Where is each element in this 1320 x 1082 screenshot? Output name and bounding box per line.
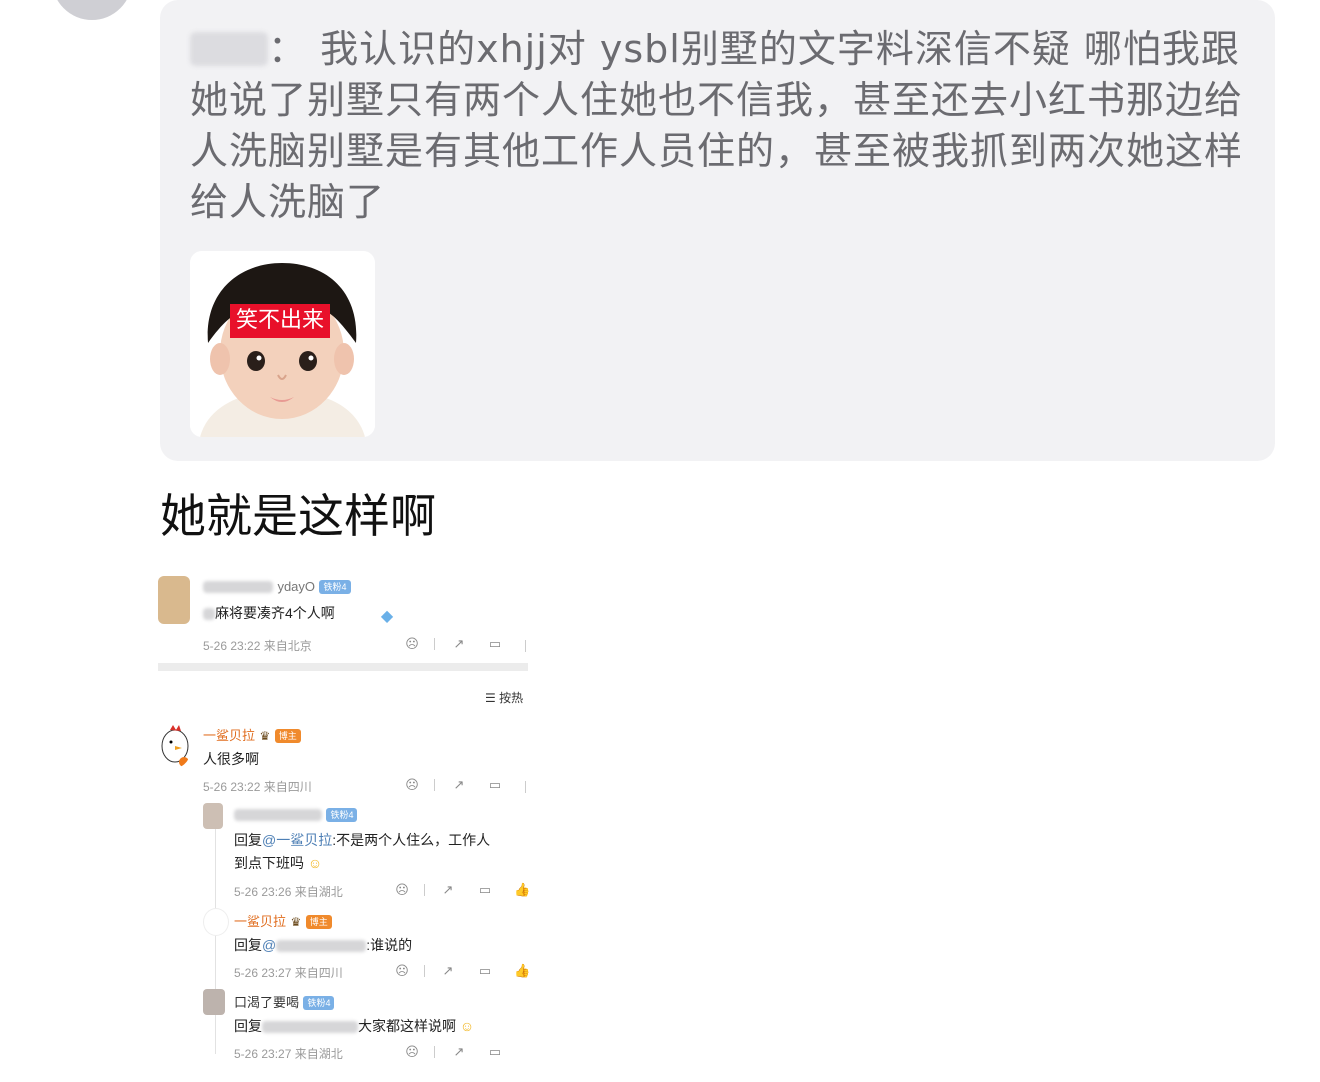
blogger-avatar[interactable] <box>158 722 192 768</box>
reply2-username[interactable]: 一鲨贝拉 <box>234 914 286 929</box>
author-avatar[interactable] <box>52 0 132 20</box>
comment1-header: ydayO 铁粉4 <box>203 578 351 596</box>
comment2-username[interactable]: 一鲨贝拉 <box>203 728 255 743</box>
reply3-text: 大家都这样说啊 <box>358 1018 456 1034</box>
reply2-meta: 5-26 23:27 来自四川 <box>234 966 343 980</box>
reply1-text-2: 到点下班吗 <box>234 855 304 871</box>
smile-emoji-icon: ☺ <box>307 855 323 871</box>
reply1-meta: 5-26 23:26 来自湖北 <box>234 885 343 899</box>
sort-icon: ☰ <box>485 691 496 705</box>
quoted-comment-text: ： 我认识的xhjj对 ysbl别墅的文字料深信不疑 哪怕我跟她说了别墅只有两个… <box>190 24 1250 228</box>
reply3-header: 口渴了要喝 铁粉4 <box>234 992 335 1012</box>
comment1-username: ydayO <box>277 579 316 594</box>
share-icon[interactable]: ↗ <box>452 778 466 792</box>
blurred-mention <box>276 940 367 953</box>
comment-icon[interactable]: ▭ <box>478 883 492 897</box>
divider <box>424 965 425 977</box>
divider <box>434 779 435 791</box>
fan-badge: 铁粉4 <box>303 995 335 1010</box>
dislike-icon[interactable]: ☹ <box>405 637 419 651</box>
reply1-body-line2: 到点下班吗 ☺ <box>234 853 322 873</box>
chicken-avatar-illustration <box>161 725 189 767</box>
fan-badge: 铁粉4 <box>319 579 351 594</box>
divider <box>434 1046 435 1058</box>
reply-prefix: 回复 <box>234 937 262 953</box>
reply1-avatar[interactable] <box>203 803 223 829</box>
reply3-meta: 5-26 23:27 来自湖北 <box>234 1047 343 1061</box>
comment2-header: 一鲨贝拉 ♛ 博主 <box>203 725 301 745</box>
crown-icon: ♛ <box>259 729 271 743</box>
quoted-comment-card: ： 我认识的xhjj对 ysbl别墅的文字料深信不疑 哪怕我跟她说了别墅只有两个… <box>160 0 1275 461</box>
reply3-username[interactable]: 口渴了要喝 <box>234 995 299 1010</box>
embedded-comment-screenshot[interactable]: ydayO 铁粉4 麻将要凑齐4个人啊 ◆ 5-26 23:22 来自北京 ☹ … <box>158 568 530 1078</box>
child-photo-illustration <box>190 251 375 437</box>
comment-icon[interactable]: ▭ <box>488 637 502 651</box>
share-icon[interactable]: ↗ <box>441 964 455 978</box>
dislike-icon[interactable]: ☹ <box>405 778 419 792</box>
crown-icon: ♛ <box>290 915 302 929</box>
reply-prefix: 回复 <box>234 1018 262 1034</box>
share-icon[interactable]: ↗ <box>452 637 466 651</box>
comment1-body: 麻将要凑齐4个人啊 <box>203 603 335 623</box>
username-blurred <box>203 580 273 593</box>
reply2-body: 回复@ :谁说的 <box>234 935 412 955</box>
quote-separator: ： <box>268 27 308 71</box>
like-icon[interactable]: 👍 <box>514 883 530 897</box>
blogger-badge: 博主 <box>305 914 332 929</box>
mention-link[interactable]: @一鲨贝拉 <box>262 832 332 848</box>
comment2-body: 人很多啊 <box>203 751 259 767</box>
dislike-icon[interactable]: ☹ <box>395 883 409 897</box>
comment1-text: 麻将要凑齐4个人啊 <box>215 605 335 621</box>
reply1-header: 铁粉4 <box>234 806 358 824</box>
sparkle-icon: ◆ <box>380 608 394 625</box>
reply1-body: 回复@一鲨贝拉:不是两个人住么，工作人 <box>234 830 490 850</box>
divider <box>525 640 526 652</box>
comment2-meta: 5-26 23:22 来自四川 <box>203 780 312 794</box>
quoted-author-name-blurred <box>190 32 268 66</box>
comment-icon[interactable]: ▭ <box>488 778 502 792</box>
like-icon[interactable]: 👍 <box>514 964 530 978</box>
blurred-text <box>203 608 215 621</box>
reply2-avatar[interactable] <box>203 908 229 936</box>
quote-body: 我认识的xhjj对 ysbl别墅的文字料深信不疑 哪怕我跟她说了别墅只有两个人住… <box>190 27 1244 224</box>
reply3-body: 回复 大家都这样说啊 ☺ <box>234 1016 474 1036</box>
sort-toggle[interactable]: ☰ 按热 <box>485 689 523 706</box>
blogger-badge: 博主 <box>274 728 301 743</box>
reply-prefix: 回复 <box>234 832 262 848</box>
quoted-image-child-photo[interactable]: 笑不出来 <box>190 251 375 437</box>
divider <box>434 638 435 650</box>
mention-link[interactable]: @ <box>262 937 276 953</box>
share-icon[interactable]: ↗ <box>441 883 455 897</box>
comment-icon[interactable]: ▭ <box>488 1045 502 1059</box>
blurred-mention <box>262 1021 358 1034</box>
reply3-avatar[interactable] <box>203 989 225 1015</box>
dislike-icon[interactable]: ☹ <box>405 1045 419 1059</box>
share-icon[interactable]: ↗ <box>452 1045 466 1059</box>
divider <box>525 781 526 793</box>
section-divider <box>158 663 528 671</box>
username-blurred <box>234 808 322 821</box>
divider <box>424 884 425 896</box>
image-caption-banner: 笑不出来 <box>230 304 330 338</box>
sort-label: 按热 <box>499 691 524 705</box>
fan-badge: 铁粉4 <box>326 807 358 822</box>
comment-icon[interactable]: ▭ <box>478 964 492 978</box>
reply2-text: :谁说的 <box>366 937 413 953</box>
reply2-header: 一鲨贝拉 ♛ 博主 <box>234 911 332 931</box>
post-text: 她就是这样啊 <box>160 489 436 543</box>
dislike-icon[interactable]: ☹ <box>395 964 409 978</box>
reply1-text: :不是两个人住么，工作人 <box>332 832 491 848</box>
smile-emoji-icon: ☺ <box>459 1018 475 1034</box>
comment1-meta: 5-26 23:22 来自北京 <box>203 639 312 653</box>
commenter-avatar <box>158 576 190 624</box>
